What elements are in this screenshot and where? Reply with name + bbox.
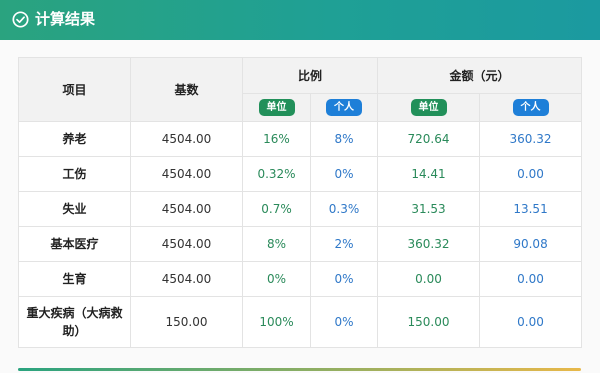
subheader-amount-personal: 个人 (479, 93, 583, 122)
row-ratio-personal: 2% (309, 226, 379, 262)
table-row: 重大疾病（大病救助） 150.00 100% 0% 150.00 0.00 (18, 296, 583, 348)
row-base: 4504.00 (130, 261, 243, 297)
row-amount-personal: 360.32 (479, 121, 583, 157)
row-base: 4504.00 (130, 121, 243, 157)
subheader-ratio-personal: 个人 (309, 93, 379, 122)
row-base: 4504.00 (130, 191, 243, 227)
header-item: 项目 (18, 57, 131, 122)
row-name: 重大疾病（大病救助） (18, 296, 131, 348)
row-name: 生育 (18, 261, 131, 297)
row-amount-unit: 31.53 (377, 191, 481, 227)
unit-badge: 单位 (410, 99, 447, 116)
row-ratio-unit: 0.32% (242, 156, 311, 192)
row-amount-personal: 0.00 (479, 156, 583, 192)
table-row: 失业 4504.00 0.7% 0.3% 31.53 13.51 (18, 191, 583, 227)
row-amount-unit: 0.00 (377, 261, 481, 297)
table-row: 基本医疗 4504.00 8% 2% 360.32 90.08 (18, 226, 583, 262)
row-amount-personal: 0.00 (479, 261, 583, 297)
personal-badge: 个人 (326, 99, 362, 116)
row-amount-unit: 720.64 (377, 121, 481, 157)
row-ratio-personal: 0% (309, 261, 379, 297)
row-ratio-personal: 0% (309, 296, 379, 348)
row-base: 150.00 (130, 296, 243, 348)
row-name: 养老 (18, 121, 131, 157)
table-row: 工伤 4504.00 0.32% 0% 14.41 0.00 (18, 156, 583, 192)
personal-badge: 个人 (512, 99, 549, 116)
row-ratio-personal: 0% (309, 156, 379, 192)
section-divider (18, 368, 581, 371)
header-amount: 金额（元） (377, 57, 583, 94)
row-base: 4504.00 (130, 226, 243, 262)
row-ratio-unit: 0.7% (242, 191, 311, 227)
row-name: 工伤 (18, 156, 131, 192)
row-amount-unit: 14.41 (377, 156, 481, 192)
row-name: 基本医疗 (18, 226, 131, 262)
row-amount-unit: 150.00 (377, 296, 481, 348)
row-amount-personal: 0.00 (479, 296, 583, 348)
header-base: 基数 (130, 57, 243, 122)
table-row: 生育 4504.00 0% 0% 0.00 0.00 (18, 261, 583, 297)
check-circle-icon (12, 11, 29, 28)
table-row: 养老 4504.00 16% 8% 720.64 360.32 (18, 121, 583, 157)
row-ratio-personal: 0.3% (309, 191, 379, 227)
row-ratio-unit: 100% (242, 296, 311, 348)
results-card: 项目 基数 比例 金额（元） 单位 个人 单位 个人 养老 4504.00 16… (0, 40, 600, 373)
subheader-amount-unit: 单位 (377, 93, 481, 122)
row-name: 失业 (18, 191, 131, 227)
row-base: 4504.00 (130, 156, 243, 192)
row-ratio-personal: 8% (309, 121, 379, 157)
row-amount-personal: 90.08 (479, 226, 583, 262)
results-table: 项目 基数 比例 金额（元） 单位 个人 单位 个人 养老 4504.00 16… (18, 57, 583, 348)
unit-badge: 单位 (258, 99, 295, 116)
row-ratio-unit: 0% (242, 261, 311, 297)
row-ratio-unit: 8% (242, 226, 311, 262)
results-header: 计算结果 (0, 0, 600, 40)
row-ratio-unit: 16% (242, 121, 311, 157)
row-amount-personal: 13.51 (479, 191, 583, 227)
header-ratio: 比例 (241, 57, 379, 94)
subheader-ratio-unit: 单位 (242, 93, 311, 122)
row-amount-unit: 360.32 (377, 226, 481, 262)
page-title: 计算结果 (35, 10, 96, 28)
